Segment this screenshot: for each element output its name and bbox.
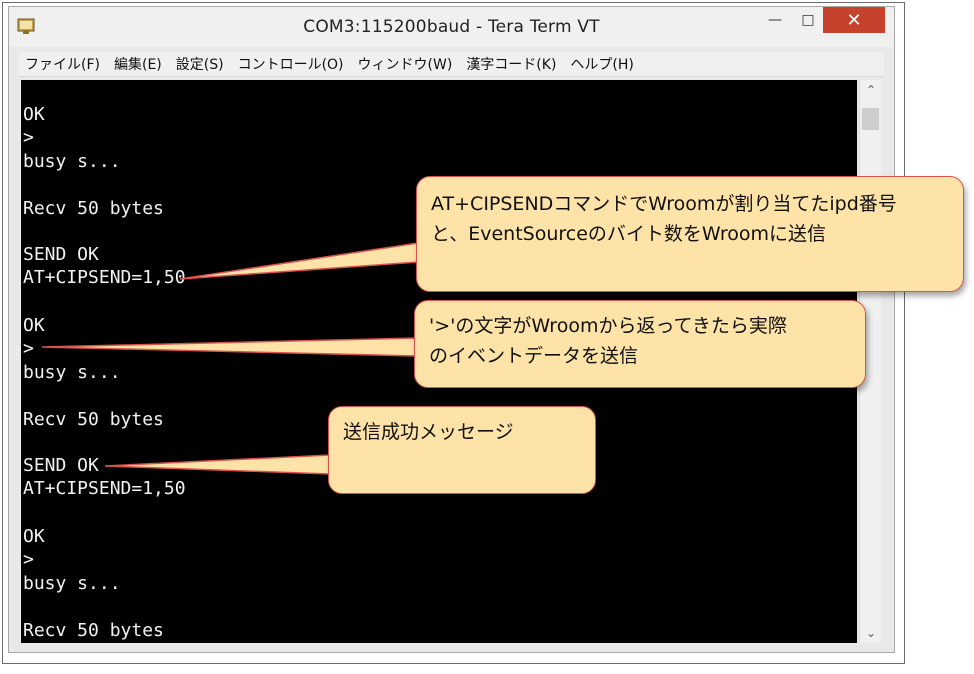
menu-edit[interactable]: 編集(E) <box>108 54 170 74</box>
maximize-button[interactable]: □ <box>793 7 823 33</box>
callout-prompt-line1: '>'の文字がWroomから返ってきたら実際 <box>429 315 787 337</box>
scroll-down-arrow-icon[interactable]: ⌄ <box>860 623 882 643</box>
callout-send-ok-line1: 送信成功メッセージ <box>343 421 514 443</box>
terminal-line: AT+CIPSEND=1,50 <box>23 267 186 288</box>
terminal-line: OK <box>23 104 45 125</box>
title-bar[interactable]: COM3:115200baud - Tera Term VT — □ ✕ <box>9 7 894 47</box>
terminal-line: SEND OK <box>23 244 99 265</box>
close-icon: ✕ <box>846 9 862 31</box>
terminal-line: Recv 50 bytes <box>23 409 164 430</box>
terminal-line: SEND OK <box>23 455 99 476</box>
minimize-button[interactable]: — <box>759 7 791 33</box>
terminal-line: Recv 50 bytes <box>23 198 164 219</box>
maximize-icon: □ <box>801 12 815 28</box>
close-button[interactable]: ✕ <box>823 7 885 33</box>
menu-bar: ファイル(F) 編集(E) 設定(S) コントロール(O) ウィンドウ(W) 漢… <box>19 52 884 77</box>
scrollbar-thumb[interactable] <box>862 108 879 130</box>
terminal-line: OK <box>23 315 45 336</box>
callout-prompt: '>'の文字がWroomから返ってきたら実際 のイベントデータを送信 <box>414 300 866 388</box>
callout-prompt-line2: のイベントデータを送信 <box>429 345 639 367</box>
menu-window[interactable]: ウィンドウ(W) <box>352 54 461 74</box>
terminal-line: > <box>23 549 34 570</box>
terminal-line: > <box>23 338 34 359</box>
menu-control[interactable]: コントロール(O) <box>232 54 352 74</box>
callout-cipsend-line2: と、EventSourceのバイト数をWroomに送信 <box>431 223 827 245</box>
terminal-line: busy s... <box>23 362 121 383</box>
terminal-line: busy s... <box>23 573 121 594</box>
terminal-line: OK <box>23 526 45 547</box>
menu-setup[interactable]: 設定(S) <box>170 54 232 74</box>
callout-cipsend-line1: AT+CIPSENDコマンドでWroomが割り当てたipd番号 <box>431 193 897 215</box>
menu-kanji-code[interactable]: 漢字コード(K) <box>460 54 564 74</box>
callout-cipsend: AT+CIPSENDコマンドでWroomが割り当てたipd番号 と、EventS… <box>416 176 964 292</box>
terminal-line: > <box>23 127 34 148</box>
minimize-icon: — <box>768 12 782 28</box>
scroll-up-arrow-icon[interactable]: ⌃ <box>860 80 882 100</box>
callout-send-ok: 送信成功メッセージ <box>328 406 596 494</box>
terminal-line: AT+CIPSEND=1,50 <box>23 478 186 499</box>
menu-help[interactable]: ヘルプ(H) <box>564 54 641 74</box>
terminal-line: Recv 50 bytes <box>23 620 164 641</box>
menu-file[interactable]: ファイル(F) <box>19 54 108 74</box>
terminal-line: busy s... <box>23 151 121 172</box>
